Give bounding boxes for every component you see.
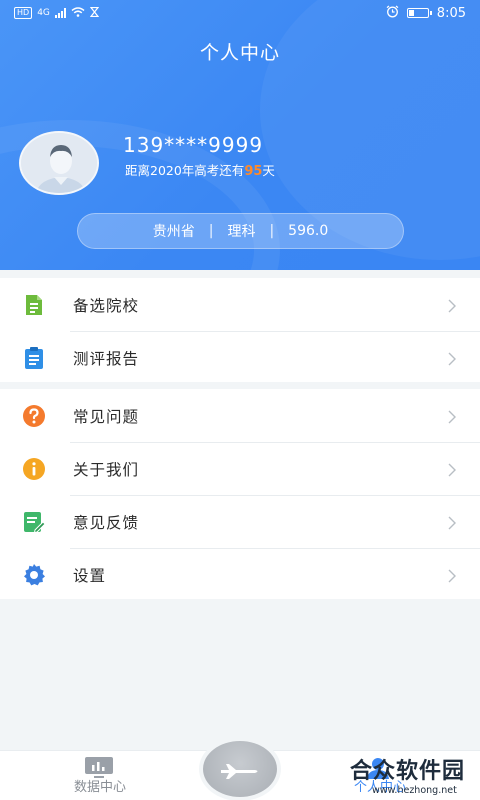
wifi-icon [71,6,85,20]
chevron-right-icon [446,409,458,423]
info-icon [22,457,46,481]
page-title: 个人中心 [199,42,280,64]
menu-item-feedback[interactable]: 意见反馈 [0,495,480,548]
user-phone: 139****9999 [123,133,264,157]
menu-item-settings[interactable]: 设置 [0,548,480,601]
profile-header: HD 4G 8:05 个人中心 139****9999 距离2020年高考还有9… [0,0,480,270]
report-clipboard-icon [22,346,46,370]
watermark-logo: 合众软件园 www.hezhong.net [350,753,480,800]
feedback-edit-icon [22,510,46,534]
gear-icon [22,563,46,587]
exam-countdown: 距离2020年高考还有95天 [125,160,275,179]
airplane-icon [219,755,261,783]
avatar[interactable] [19,131,99,195]
chevron-right-icon [446,515,458,529]
menu-item-label: 设置 [73,566,107,585]
alarm-icon [386,5,399,22]
menu-item-backup-schools[interactable]: 备选院校 [0,278,480,331]
menu-group-secondary: 常见问题 关于我们 意见反馈 设置 [0,389,480,599]
chevron-right-icon [446,351,458,365]
countdown-days: 95 [244,164,263,179]
school-list-icon [22,293,46,317]
menu-item-label: 备选院校 [73,296,140,315]
subject-label: 理科 [227,224,256,240]
watermark-brand: 合众软件园 [350,759,466,784]
score-label: 596.0 [288,223,329,239]
countdown-prefix: 距离2020年高考还有 [125,163,245,178]
menu-group-primary: 备选院校 测评报告 [0,278,480,382]
status-time: 8:05 [436,5,466,21]
exam-info-pill[interactable]: 贵州省 | 理科 | 596.0 [77,213,404,249]
status-bar: HD 4G 8:05 [0,0,480,26]
menu-item-label: 常见问题 [73,407,140,426]
watermark-url: www.hezhong.net [372,785,457,796]
signal-icon [54,8,66,18]
menu-item-evaluation-report[interactable]: 测评报告 [0,331,480,384]
network-type: 4G [37,8,50,18]
province-label: 贵州省 [152,224,195,240]
menu-item-faq[interactable]: 常见问题 [0,389,480,442]
chevron-right-icon [446,462,458,476]
menu-item-label: 意见反馈 [73,513,140,532]
divider: | [208,223,214,239]
hd-indicator: HD [14,7,33,19]
tab-label: 数据中心 [73,780,126,795]
battery-icon [406,8,432,18]
countdown-suffix: 天 [262,163,275,178]
hourglass-icon [89,6,100,20]
chevron-right-icon [446,568,458,582]
divider: | [269,223,275,239]
menu-item-label: 关于我们 [73,460,140,479]
tab-data-center[interactable]: 数据中心 [20,751,180,800]
menu-item-label: 测评报告 [73,349,140,368]
chevron-right-icon [446,298,458,312]
menu-item-about-us[interactable]: 关于我们 [0,442,480,495]
question-icon [22,404,46,428]
center-action-button[interactable] [203,741,277,797]
